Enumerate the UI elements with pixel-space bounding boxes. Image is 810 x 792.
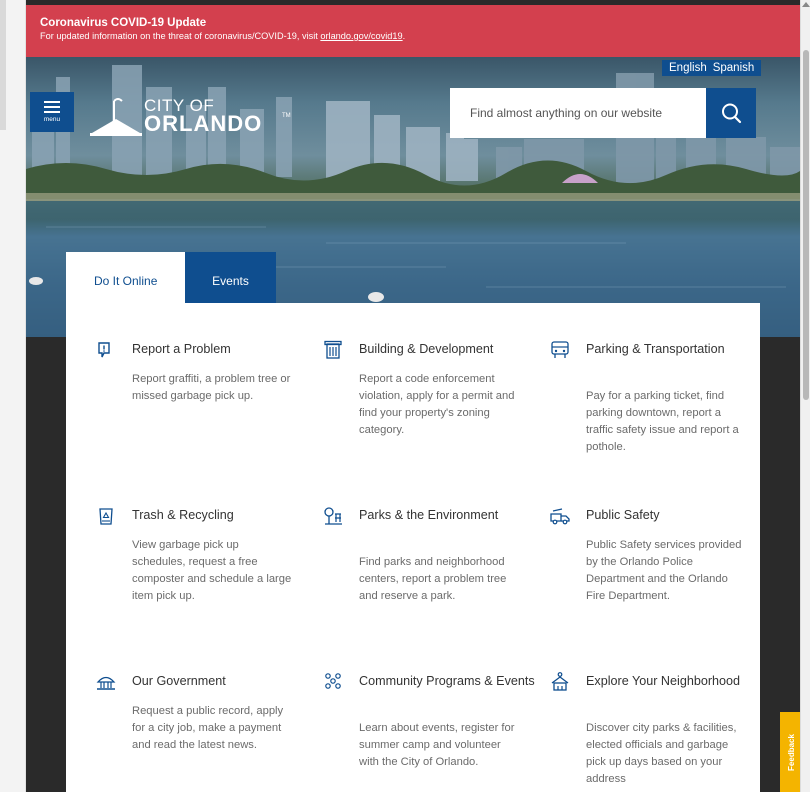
card-title: Public Safety [586, 508, 660, 522]
logo-orlando: ORLANDO [144, 111, 263, 136]
card-desc: Public Safety services provided by the O… [586, 539, 742, 602]
parking-icon [551, 341, 569, 358]
logo-trademark: TM [282, 113, 291, 119]
card-title: Trash & Recycling [132, 508, 234, 522]
community-icon [325, 673, 341, 689]
scrollbar-thumb[interactable] [803, 50, 809, 400]
card-title: Parking & Transportation [586, 342, 725, 356]
covid-alert-banner: Coronavirus COVID-19 Update For updated … [26, 5, 800, 57]
tab-do-it-online[interactable]: Do It Online [66, 252, 185, 303]
card-desc: Pay for a parking ticket, find parking d… [586, 390, 739, 453]
card-desc: Report a code enforcement violation, app… [359, 373, 515, 436]
card-desc: Learn about events, register for summer … [359, 722, 515, 768]
search-input[interactable] [450, 88, 706, 138]
tabs: Do It Online Events [66, 252, 276, 303]
search-icon [722, 103, 742, 124]
card-title: Building & Development [359, 342, 494, 356]
card-desc: Discover city parks & facilities, electe… [586, 722, 737, 785]
card-title: Explore Your Neighborhood [586, 674, 741, 688]
menu-label: menu [43, 116, 61, 123]
lang-spanish[interactable]: Spanish [710, 62, 758, 74]
site-viewport: Coronavirus COVID-19 Update For updated … [26, 0, 800, 792]
government-icon [96, 676, 116, 690]
trash-icon [99, 508, 113, 525]
search-button[interactable] [706, 88, 756, 138]
card-title: Parks & the Environment [359, 508, 499, 522]
search-bar [450, 88, 756, 138]
language-switcher: English Spanish [662, 60, 762, 76]
card-desc: Report graffiti, a problem tree or misse… [132, 373, 291, 402]
card-title: Report a Problem [132, 342, 231, 356]
building-icon [324, 340, 342, 359]
gutter-mark [0, 0, 6, 130]
browser-left-gutter [0, 0, 26, 792]
parks-icon [324, 507, 342, 525]
card-title: Community Programs & Events [359, 674, 535, 688]
lang-english[interactable]: English [666, 62, 710, 74]
card-desc: Request a public record, apply for a cit… [132, 705, 284, 751]
report-problem-icon [98, 342, 110, 358]
neighborhood-icon [551, 672, 569, 691]
covid-link[interactable]: orlando.gov/covid19 [320, 31, 402, 41]
tab-events[interactable]: Events [185, 252, 276, 303]
page-scrollbar[interactable] [800, 0, 810, 792]
city-hall-logo-icon [90, 98, 142, 136]
alert-text: For updated information on the threat of… [40, 31, 406, 41]
city-logo[interactable]: CITY OF ORLANDO TM [90, 93, 291, 137]
card-title: Our Government [132, 674, 226, 688]
card-desc: View garbage pick up schedules, request … [132, 539, 292, 602]
fire-truck-icon [550, 508, 570, 525]
hamburger-icon [44, 101, 60, 113]
card-desc: Find parks and neighborhood centers, rep… [359, 556, 507, 602]
alert-title: Coronavirus COVID-19 Update [40, 17, 207, 29]
scroll-up-arrow-icon[interactable] [802, 2, 810, 7]
services-panel: Report a Problem Report graffiti, a prob… [66, 303, 760, 792]
menu-button[interactable]: menu [30, 92, 74, 132]
feedback-label: Feedback [786, 733, 796, 771]
feedback-tab[interactable]: Feedback [780, 712, 802, 792]
